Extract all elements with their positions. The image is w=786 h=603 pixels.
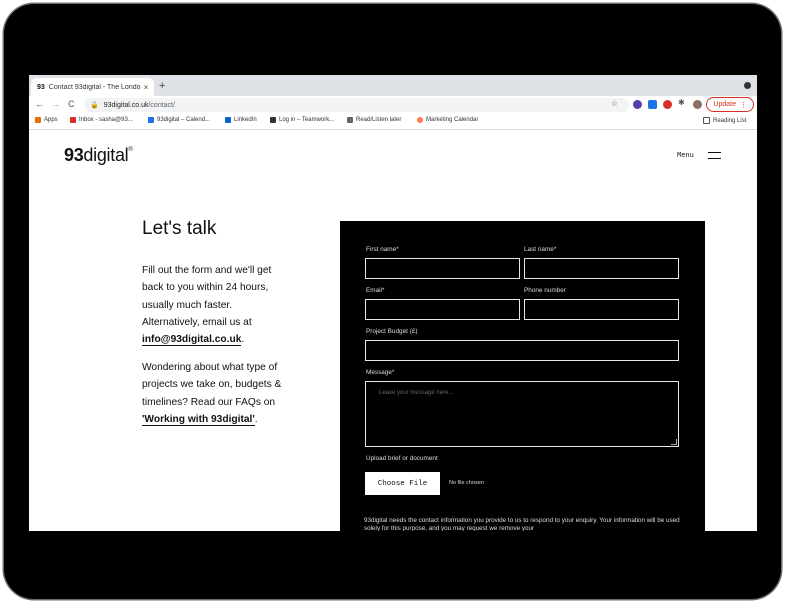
no-file-status: No file chosen [449,480,484,486]
bookmark-item[interactable]: Log in – Teamwork... [270,117,334,123]
resize-handle-icon[interactable] [671,439,677,445]
new-tab-button[interactable]: + [159,80,165,92]
logo-mark: ® [128,147,133,153]
logo-bold: 93 [64,145,84,165]
bookmark-item[interactable]: 93digital – Calend... [148,117,210,123]
first-name-field[interactable] [365,258,520,279]
site-logo[interactable]: 93digital® [64,145,133,166]
menu-button[interactable]: Menu [677,152,694,160]
budget-label: Project Budget (£) [366,328,418,335]
first-name-label: First name* [366,246,399,253]
more-icon: ⋮ [740,101,747,109]
teamwork-icon [270,117,276,123]
opera-icon[interactable] [663,100,672,109]
linkedin-icon [225,117,231,123]
bookmark-label: Apps [44,117,58,123]
close-tab-icon[interactable]: × [141,83,151,92]
bookmark-item[interactable]: LinkedIn [225,117,257,123]
intro-paragraph: Fill out the form and we'll get back to … [142,262,282,348]
phone-label: Phone number [524,287,566,294]
reading-list[interactable]: Reading List [703,117,746,124]
choose-file-button[interactable]: Choose File [365,472,440,495]
bookmark-label: LinkedIn [234,117,257,123]
tab-contact[interactable]: 93 Contact 93digital - The London × [31,78,154,96]
tab-strip: 93 Contact 93digital - The London × + [29,75,757,96]
email-field[interactable] [365,299,520,320]
url-path: /contact/ [148,101,175,109]
bookmark-apps[interactable]: Apps [35,117,58,123]
update-label: Update [713,101,736,108]
extension-icon[interactable] [648,100,657,109]
apps-grid-icon [35,117,41,123]
faq-end: . [254,413,258,425]
bookmark-label: Marketing Calendar [426,117,479,123]
last-name-field[interactable] [524,258,679,279]
extensions-puzzle-icon[interactable]: ✱ [678,98,687,107]
bookmark-label: Read/Listen later [356,117,402,123]
phone-field[interactable] [524,299,679,320]
hubspot-icon [417,117,423,123]
reading-list-icon [703,117,710,124]
tab-favicon: 93 [37,83,45,91]
bookmarks-bar: Apps Inbox - sasha@93... 93digital – Cal… [29,114,757,130]
forward-icon[interactable]: → [51,99,60,109]
privacy-disclaimer: 93digital needs the contact information … [364,517,680,531]
lock-icon: 🔒 [90,102,99,109]
bookmark-item[interactable]: Marketing Calendar [417,117,478,123]
folder-icon [347,117,353,123]
back-icon[interactable]: ← [35,99,44,109]
intro-end: . [241,334,245,346]
browser-toolbar: ← → C 🔒 93digital.co.uk/contact/ ☆ ✱ Upd… [29,96,757,114]
profile-avatar[interactable] [693,100,702,109]
message-placeholder: Leave your message here... [379,390,454,396]
page-title: Let's talk [142,218,217,239]
bookmark-label: Inbox - sasha@93... [79,117,133,123]
email-link[interactable]: info@93digital.co.uk [142,334,242,347]
extension-icon[interactable] [633,100,642,109]
calendar-icon [148,117,154,123]
bookmark-label: 93digital – Calend... [157,117,211,123]
message-field[interactable]: Leave your message here... [365,381,679,447]
tab-title: Contact 93digital - The London [48,83,141,91]
url-host: 93digital.co.uk [103,101,149,109]
bookmark-item[interactable]: Inbox - sasha@93... [70,117,133,123]
record-icon[interactable] [744,82,751,89]
email-label: Email* [366,287,385,294]
faq-text: Wondering about what type of projects we… [142,362,282,408]
last-name-label: Last name* [524,246,557,253]
budget-field[interactable] [365,340,679,361]
bookmark-item[interactable]: Read/Listen later [347,117,401,123]
update-button[interactable]: Update ⋮ [706,97,754,112]
bookmark-label: Log in – Teamwork... [279,117,335,123]
address-bar[interactable]: 🔒 93digital.co.uk/contact/ [84,98,629,112]
page-content: 93digital® Menu Let's talk Fill out the … [29,130,757,531]
contact-form: First name* Last name* Email* Phone numb… [340,221,705,531]
browser-window: 93 Contact 93digital - The London × + ← … [29,75,757,531]
message-label: Message* [366,369,395,376]
bookmark-star-icon[interactable]: ☆ [611,99,618,108]
logo-text: digital [83,145,129,165]
reading-list-label: Reading List [713,117,747,124]
gmail-icon [70,117,76,123]
hamburger-icon[interactable] [708,152,721,160]
upload-label: Upload brief or document [366,455,438,462]
faq-paragraph: Wondering about what type of projects we… [142,359,282,428]
reload-icon[interactable]: C [68,99,75,109]
intro-text: Fill out the form and we'll get back to … [142,265,272,328]
faq-link[interactable]: 'Working with 93digital' [142,413,255,426]
